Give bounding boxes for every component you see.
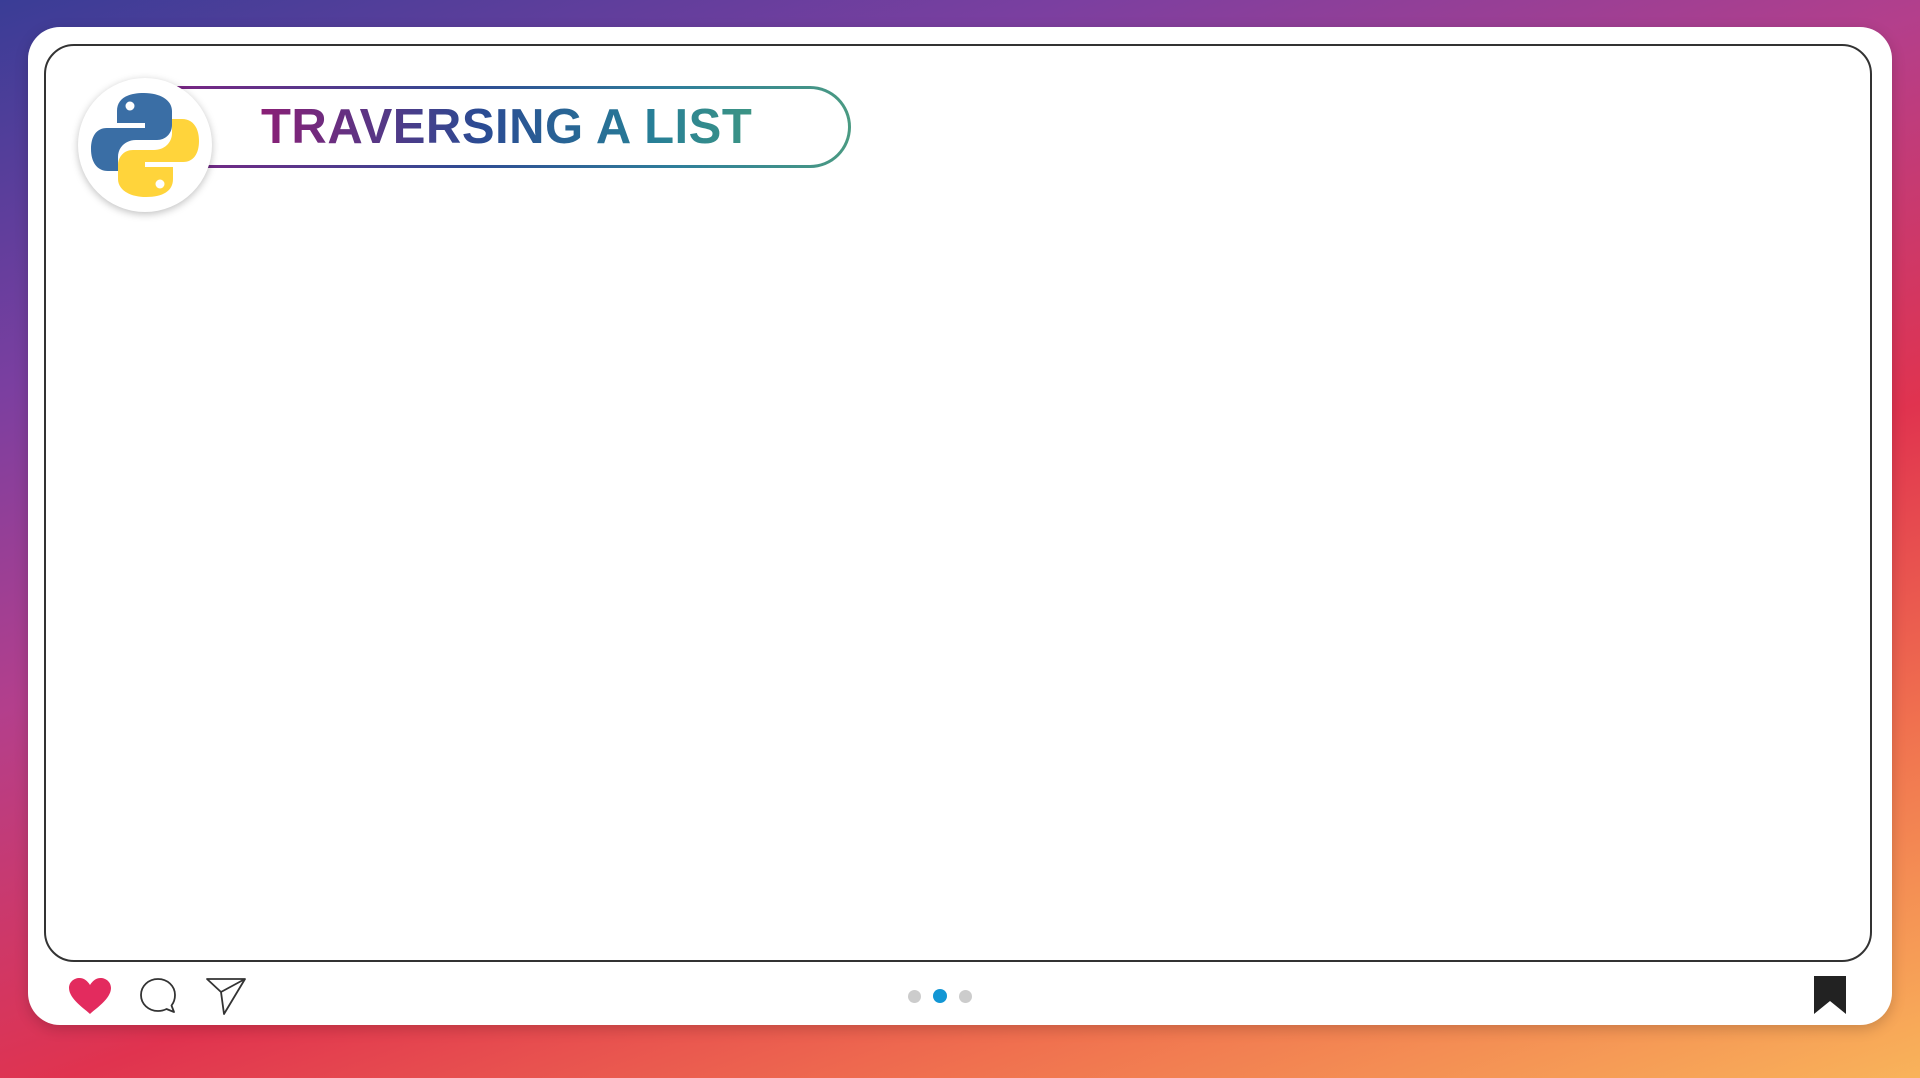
page-dot-3[interactable] xyxy=(959,989,972,1003)
content-frame: TRAVERSING A LIST xyxy=(44,44,1872,962)
bookmark-icon[interactable] xyxy=(1811,974,1849,1016)
title-banner: TRAVERSING A LIST xyxy=(166,86,851,168)
action-bar xyxy=(28,962,1892,1025)
heart-icon[interactable] xyxy=(66,976,114,1016)
page-dot-2-active[interactable] xyxy=(933,989,947,1003)
page-title: TRAVERSING A LIST xyxy=(261,100,753,154)
post-card: TRAVERSING A LIST xyxy=(28,27,1892,1025)
python-logo-icon xyxy=(78,78,212,212)
page-dot-1[interactable] xyxy=(908,989,921,1003)
paper-plane-icon[interactable] xyxy=(204,975,248,1017)
comment-bubble-icon[interactable] xyxy=(138,976,178,1016)
pagination-dots xyxy=(908,989,972,1003)
